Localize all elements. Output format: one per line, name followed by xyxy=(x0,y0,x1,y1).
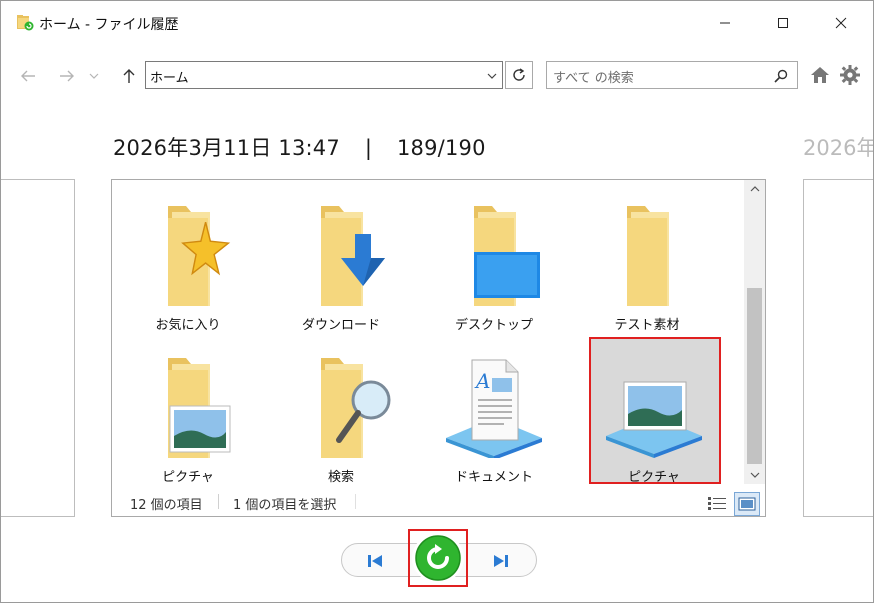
scrollbar-thumb[interactable] xyxy=(747,288,762,464)
folder-icon xyxy=(597,196,697,306)
chevron-down-icon xyxy=(89,73,99,79)
selected-item-highlight xyxy=(589,337,721,484)
address-bar[interactable]: ホーム xyxy=(145,61,503,89)
snapshot-separator: | xyxy=(364,136,373,160)
next-snapshot-preview-title: 2026年 xyxy=(803,136,874,160)
up-button[interactable] xyxy=(117,64,141,88)
item-label: テスト素材 xyxy=(614,318,680,333)
snapshot-position: 189/190 xyxy=(396,136,486,160)
scroll-down-button[interactable] xyxy=(744,466,765,484)
restore-icon xyxy=(415,535,461,581)
previous-snapshot-preview[interactable] xyxy=(1,179,75,517)
snapshot-datetime: 2026年3月11日 13:47 xyxy=(113,136,340,160)
item-label: ピクチャ xyxy=(162,470,214,485)
home-icon[interactable] xyxy=(809,64,831,86)
status-bar: 12 個の項目 1 個の項目を選択 xyxy=(112,486,765,516)
chevron-down-icon xyxy=(750,472,759,478)
file-history-app-icon xyxy=(16,13,34,31)
search-box[interactable]: すべて の検索 xyxy=(546,61,798,89)
forward-button[interactable] xyxy=(55,64,79,88)
item-label: ドキュメント xyxy=(454,470,533,485)
list-item[interactable]: テスト素材 xyxy=(582,186,712,333)
item-label: ダウンロード xyxy=(301,318,380,333)
maximize-icon xyxy=(778,18,788,28)
address-text: ホーム xyxy=(150,71,189,86)
back-button[interactable] xyxy=(16,64,40,88)
list-item[interactable]: ピクチャ xyxy=(123,338,253,485)
list-item[interactable]: お気に入り xyxy=(123,186,253,333)
item-count: 12 個の項目 xyxy=(130,498,203,513)
item-label: お気に入り xyxy=(155,318,221,333)
details-view-icon[interactable] xyxy=(706,494,728,514)
close-icon xyxy=(835,17,847,29)
window-title: ホーム - ファイル履歴 xyxy=(39,17,179,33)
vertical-scrollbar[interactable] xyxy=(744,180,765,484)
search-placeholder: すべて の検索 xyxy=(553,71,634,86)
desktop-folder-icon xyxy=(444,196,544,306)
item-label: 検索 xyxy=(327,470,354,485)
svg-text:A: A xyxy=(474,369,490,393)
snapshot-header: 2026年3月11日 13:47 | 189/190 xyxy=(113,132,486,162)
restore-button[interactable] xyxy=(412,533,464,583)
minimize-icon xyxy=(720,22,730,24)
chevron-up-icon xyxy=(750,186,759,192)
next-snapshot-preview[interactable] xyxy=(803,179,873,517)
large-icons-view-button[interactable] xyxy=(734,492,760,516)
pictures-folder-icon xyxy=(138,348,238,458)
title-bar: ホーム - ファイル履歴 xyxy=(1,1,873,45)
close-button[interactable] xyxy=(815,1,867,45)
scroll-up-button[interactable] xyxy=(744,180,765,198)
up-arrow-icon xyxy=(123,69,135,83)
maximize-button[interactable] xyxy=(757,1,809,45)
next-version-icon[interactable] xyxy=(492,553,510,569)
list-item[interactable]: デスクトップ xyxy=(429,186,559,333)
file-history-window: ホーム - ファイル履歴 ホーム すべて の検索 2026年3月11日 13:4… xyxy=(0,0,874,603)
list-item[interactable]: ダウンロード xyxy=(276,186,406,333)
gear-icon[interactable] xyxy=(839,64,861,86)
status-divider xyxy=(218,494,219,509)
recent-locations-button[interactable] xyxy=(86,64,102,88)
forward-arrow-icon xyxy=(60,70,74,82)
navigation-bar: ホーム すべて の検索 xyxy=(1,59,873,93)
list-item[interactable]: A ドキュメント xyxy=(429,338,559,485)
favorites-folder-icon xyxy=(138,196,238,306)
list-item[interactable]: 検索 xyxy=(276,338,406,485)
refresh-button[interactable] xyxy=(505,61,533,89)
status-divider xyxy=(355,494,356,509)
minimize-button[interactable] xyxy=(699,1,751,45)
previous-version-icon[interactable] xyxy=(366,553,384,569)
item-label: デスクトップ xyxy=(454,318,533,333)
downloads-folder-icon xyxy=(291,196,391,306)
documents-library-icon: A xyxy=(444,348,544,460)
refresh-icon xyxy=(513,68,525,81)
chevron-down-icon[interactable] xyxy=(486,70,498,82)
back-arrow-icon xyxy=(21,70,35,82)
large-icons-view-icon xyxy=(738,497,756,511)
search-folder-icon xyxy=(291,348,391,458)
search-icon[interactable] xyxy=(773,68,789,84)
selection-count: 1 個の項目を選択 xyxy=(233,498,337,513)
